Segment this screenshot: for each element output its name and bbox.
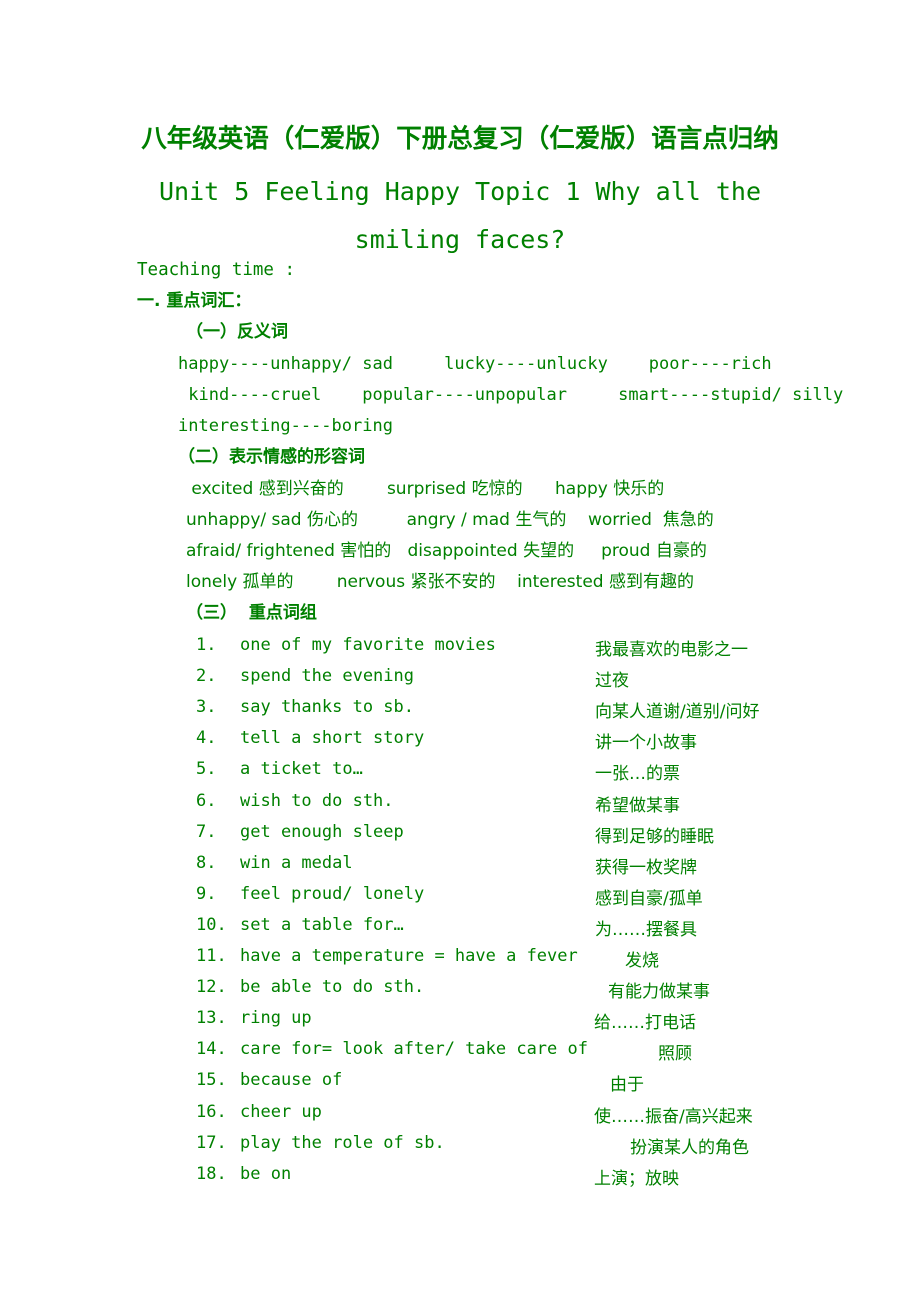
phrase-row: 10. set a table for… 为……摆餐具 — [196, 915, 896, 946]
subsection-heading-antonyms: （一）反义词 — [186, 322, 288, 342]
phrase-english: ring up — [240, 1008, 312, 1029]
phrase-chinese: 获得一枚奖牌 — [595, 857, 697, 878]
phrase-number: 5. — [196, 759, 217, 780]
phrase-english: feel proud/ lonely — [240, 883, 425, 904]
subsection-heading-emotion-adjectives: （二）表示情感的形容词 — [178, 447, 365, 467]
phrase-row: 16. cheer up 使……振奋/高兴起来 — [196, 1102, 896, 1133]
antonym-line: interesting----boring — [178, 416, 393, 436]
phrase-row: 4. tell a short story 讲一个小故事 — [196, 728, 896, 759]
phrase-english: wish to do sth. — [240, 790, 394, 811]
emotion-adjective-line: afraid/ frightened 害怕的 disappointed 失望的 … — [186, 541, 707, 561]
phrase-number: 7. — [196, 821, 217, 842]
emotion-adjective-line: unhappy/ sad 伤心的 angry / mad 生气的 worried… — [186, 510, 714, 530]
phrase-row: 15. because of 由于 — [196, 1070, 896, 1101]
phrase-number: 15. — [196, 1070, 227, 1091]
phrase-chinese: 得到足够的睡眠 — [595, 826, 714, 847]
phrase-chinese: 给……打电话 — [594, 1013, 696, 1034]
phrase-row: 17. play the role of sb. 扮演某人的角色 — [196, 1133, 896, 1164]
phrase-row: 5. a ticket to… 一张…的票 — [196, 759, 896, 790]
phrase-row: 11. have a temperature = have a fever 发烧 — [196, 946, 896, 977]
phrase-number: 14. — [196, 1039, 227, 1060]
phrase-number: 17. — [196, 1132, 227, 1153]
phrase-row: 1. one of my favorite movies 我最喜欢的电影之一 — [196, 635, 896, 666]
phrase-row: 8. win a medal 获得一枚奖牌 — [196, 853, 896, 884]
phrase-english: be able to do sth. — [240, 977, 425, 998]
phrase-english: spend the evening — [240, 666, 414, 687]
emotion-adjective-line: excited 感到兴奋的 surprised 吃惊的 happy 快乐的 — [186, 479, 665, 499]
phrase-row: 2. spend the evening 过夜 — [196, 666, 896, 697]
phrase-chinese: 为……摆餐具 — [595, 919, 697, 940]
teaching-time-label: Teaching time : — [137, 260, 296, 280]
phrase-chinese: 向某人道谢/道别/问好 — [595, 702, 760, 723]
subsection-heading-key-phrases: （三） 重点词组 — [186, 603, 317, 623]
phrase-chinese: 过夜 — [595, 671, 629, 692]
phrase-english: be on — [240, 1163, 292, 1184]
phrase-chinese: 扮演某人的角色 — [630, 1137, 749, 1158]
page-title-chinese: 八年级英语（仁爱版）下册总复习（仁爱版）语言点归纳 — [141, 124, 779, 154]
phrase-chinese: 讲一个小故事 — [595, 733, 697, 754]
page-title-english: Unit 5 Feeling Happy Topic 1 Why all the… — [100, 168, 820, 264]
phrase-number: 1. — [196, 635, 217, 655]
phrase-number: 18. — [196, 1163, 227, 1184]
phrase-row: 18. be on 上演；放映 — [196, 1164, 896, 1195]
phrase-number: 9. — [196, 883, 217, 904]
phrase-english: have a temperature = have a fever — [240, 946, 578, 966]
antonym-line: happy----unhappy/ sad lucky----unlucky p… — [178, 354, 772, 374]
phrase-row: 13. ring up 给……打电话 — [196, 1008, 896, 1039]
phrase-number: 10. — [196, 914, 227, 935]
phrase-english: win a medal — [240, 852, 353, 873]
phrase-chinese: 发烧 — [625, 951, 659, 971]
phrase-number: 11. — [196, 946, 227, 966]
phrase-row: 7. get enough sleep 得到足够的睡眠 — [196, 822, 896, 853]
antonym-line: kind----cruel popular----unpopular smart… — [178, 385, 844, 405]
phrase-english: set a table for… — [240, 914, 404, 935]
document-page: 八年级英语（仁爱版）下册总复习（仁爱版）语言点归纳 Unit 5 Feeling… — [0, 0, 920, 1302]
page-title-english-line1: Unit 5 Feeling Happy Topic 1 Why all the — [158, 177, 762, 206]
phrase-chinese: 上演；放映 — [594, 1168, 679, 1189]
phrase-chinese: 希望做某事 — [595, 795, 680, 816]
phrase-number: 6. — [196, 790, 217, 811]
phrase-chinese: 我最喜欢的电影之一 — [595, 640, 748, 660]
phrase-english: a ticket to… — [240, 759, 363, 780]
phrase-row: 14. care for= look after/ take care of 照顾 — [196, 1039, 896, 1070]
phrase-number: 16. — [196, 1101, 227, 1122]
phrase-row: 3. say thanks to sb. 向某人道谢/道别/问好 — [196, 697, 896, 728]
phrase-row: 9. feel proud/ lonely 感到自豪/孤单 — [196, 884, 896, 915]
phrase-chinese: 感到自豪/孤单 — [595, 888, 703, 909]
phrase-english: tell a short story — [240, 728, 425, 749]
phrase-english: say thanks to sb. — [240, 697, 414, 718]
phrase-english: get enough sleep — [240, 821, 404, 842]
phrase-number: 3. — [196, 697, 217, 718]
phrase-number: 2. — [196, 666, 217, 687]
phrase-chinese: 有能力做某事 — [608, 982, 710, 1003]
phrase-number: 8. — [196, 852, 217, 873]
phrase-english: because of — [240, 1070, 343, 1091]
emotion-adjective-line: lonely 孤单的 nervous 紧张不安的 interested 感到有趣… — [186, 572, 694, 592]
phrase-chinese: 由于 — [610, 1075, 644, 1096]
phrase-number: 4. — [196, 728, 217, 749]
phrase-english: cheer up — [240, 1101, 322, 1122]
phrase-row: 6. wish to do sth. 希望做某事 — [196, 791, 896, 822]
page-title-english-line2: smiling faces? — [354, 225, 566, 254]
phrase-number: 12. — [196, 977, 227, 998]
section-heading-key-vocabulary: 一. 重点词汇： — [137, 291, 252, 311]
phrase-chinese: 照顾 — [658, 1044, 692, 1065]
phrase-english: play the role of sb. — [240, 1132, 445, 1153]
phrase-chinese: 使……振奋/高兴起来 — [594, 1106, 753, 1127]
phrase-english: one of my favorite movies — [240, 635, 496, 655]
phrase-row: 12. be able to do sth. 有能力做某事 — [196, 977, 896, 1008]
phrase-english: care for= look after/ take care of — [240, 1039, 588, 1060]
phrase-number: 13. — [196, 1008, 227, 1029]
phrase-chinese: 一张…的票 — [595, 764, 680, 785]
